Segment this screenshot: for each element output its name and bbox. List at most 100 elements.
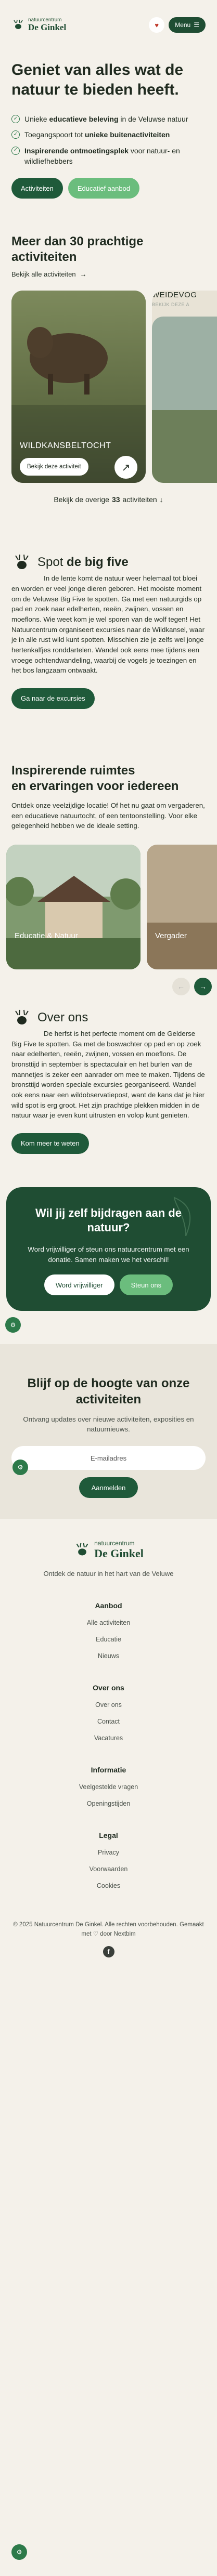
check-icon: ✓ <box>11 130 20 139</box>
title-text: voor iedereen <box>93 779 179 793</box>
menu-button[interactable]: Menu ☰ <box>169 17 206 33</box>
deer-icon <box>15 1009 29 1024</box>
subscribe-button[interactable]: Aanmelden <box>79 1477 138 1499</box>
big-five-heading: Spot de big five <box>11 554 206 571</box>
title-bold: de big five <box>67 555 129 570</box>
prev-arrow-icon[interactable]: ← <box>172 977 190 995</box>
deer-logo-icon <box>14 19 23 29</box>
spaces-section: Inspirerende ruimtes en ervaringen voor … <box>0 763 217 831</box>
cookie-settings-icon[interactable]: ⚙ <box>11 2544 27 2560</box>
about-section: Over ons De herfst is het perfecte momen… <box>0 1009 217 1154</box>
logo-big-text: De Ginkel <box>28 22 67 32</box>
copyright-text: © 2025 Natuurcentrum De Ginkel. Alle rec… <box>13 1922 204 1937</box>
learn-more-button[interactable]: Kom meer te weten <box>11 1133 89 1154</box>
footer-column: Legal Privacy Voorwaarden Cookies <box>11 1831 206 1889</box>
activities-button[interactable]: Activiteiten <box>11 178 63 199</box>
link-label: Bekijk alle activiteiten <box>11 270 76 279</box>
activities-carousel: WILDKANSBELTOCHT Bekijk deze activiteit … <box>11 291 217 483</box>
bullet-text: Toegangspoort tot <box>24 130 85 139</box>
spaces-text: Ontdek onze veelzijdige locatie! Of het … <box>11 801 205 830</box>
activity-card[interactable]: WEIDEVOG BEKIJK DEZE A <box>152 291 217 483</box>
site-logo[interactable]: natuurcentrum De Ginkel <box>11 17 67 33</box>
arrow-down-icon: ↓ <box>159 495 163 504</box>
activities-title: Meer dan 30 prachtige activiteiten <box>11 234 206 265</box>
arrow-right-icon: → <box>80 270 87 279</box>
card-title: Educatie & Natuur <box>15 931 78 940</box>
carousel-nav: ← → <box>0 977 217 995</box>
hero-section: Geniet van alles wat de natuur te bieden… <box>0 50 217 199</box>
footer-logo[interactable]: natuurcentrum De Ginkel <box>73 1540 144 1560</box>
cookie-settings-icon[interactable]: ⚙ <box>5 1317 21 1333</box>
space-card[interactable]: Educatie & Natuur <box>6 844 141 969</box>
footer-link[interactable]: Cookies <box>11 1882 206 1889</box>
spaces-title: Inspirerende ruimtes en ervaringen voor … <box>11 763 206 794</box>
footer-column: Aanbod Alle activiteiten Educatie Nieuws <box>11 1601 206 1660</box>
title-text: Spot <box>37 555 67 570</box>
footer-link[interactable]: Alle activiteiten <box>11 1619 206 1626</box>
list-item: ✓ Toegangspoort tot unieke buitenactivite… <box>11 129 206 140</box>
about-text: De herfst is het perfecte moment om de G… <box>11 1029 205 1120</box>
hero-bullets: ✓ Unieke educatieve beleving in de Veluws… <box>11 114 206 166</box>
volunteer-button[interactable]: Word vrijwilliger <box>44 1274 114 1296</box>
title-text: en <box>11 779 30 793</box>
newsletter-text: Ontvang updates over nieuwe activiteiten… <box>23 1415 194 1434</box>
cookie-settings-icon[interactable]: ⚙ <box>12 1460 28 1476</box>
title-bold: ervaringen <box>29 779 94 793</box>
footer-link[interactable]: Vacatures <box>11 1734 206 1742</box>
footer-tagline: Ontdek de natuur in het hart van de Velu… <box>43 1570 174 1578</box>
site-header: natuurcentrum De Ginkel ♥ Menu ☰ <box>0 0 217 50</box>
excursions-button[interactable]: Ga naar de excursies <box>11 688 95 709</box>
all-activities-link[interactable]: Bekijk alle activiteiten → <box>11 270 206 278</box>
check-icon: ✓ <box>11 146 20 155</box>
activity-card[interactable]: WILDKANSBELTOCHT Bekijk deze activiteit … <box>11 291 146 483</box>
meadow-photo <box>152 317 217 483</box>
view-activity-button[interactable]: Bekijk deze activiteit <box>20 458 88 476</box>
bullet-text: Unieke <box>24 115 49 123</box>
menu-label: Menu <box>175 21 191 29</box>
hero-title: Geniet van alles wat de natuur te bieden… <box>11 61 184 98</box>
space-card[interactable]: Vergader <box>147 844 217 969</box>
hamburger-icon: ☰ <box>194 21 199 29</box>
footer-link[interactable]: Nieuws <box>11 1652 206 1660</box>
hero-buttons: Activiteiten Educatief aanbod <box>11 178 206 199</box>
logo-big-text: De Ginkel <box>94 1547 144 1560</box>
footer-link[interactable]: Educatie <box>11 1636 206 1643</box>
arrow-up-right-icon[interactable]: ↗ <box>114 456 137 479</box>
view-all-text: activiteiten <box>122 495 157 504</box>
bullet-bold: educatieve beleving <box>49 115 119 123</box>
email-placeholder: E-mailadres <box>90 1454 127 1462</box>
education-button[interactable]: Educatief aanbod <box>68 178 140 199</box>
big-five-text: In de lente komt de natuur weer helemaal… <box>11 574 205 675</box>
newsletter-title: Blijf op de hoogte van onze activiteiten <box>27 1376 190 1407</box>
volunteer-text: Word vrijwilliger of steun ons natuurcen… <box>28 1245 189 1264</box>
footer-link[interactable]: Openingstijden <box>11 1800 206 1807</box>
logo-small-text: natuurcentrum <box>94 1540 135 1547</box>
view-all-text: Bekijk de overige <box>54 495 109 504</box>
page: natuurcentrum De Ginkel ♥ Menu ☰ Geniet … <box>0 0 217 2560</box>
meeting-room-photo <box>147 844 217 969</box>
activities-section: Meer dan 30 prachtige activiteiten Bekij… <box>0 234 217 278</box>
next-arrow-icon[interactable]: → <box>194 977 212 995</box>
facebook-icon[interactable]: f <box>103 1946 114 1957</box>
list-item: ✓ Inspirerende ontmoetingsplek voor natuu… <box>11 146 206 167</box>
deer-logo-icon <box>76 1543 88 1556</box>
view-all-activities-link[interactable]: Bekijk de overige 33 activiteiten ↓ <box>0 495 217 504</box>
title-text: Meer dan <box>11 234 70 249</box>
card-title: WEIDEVOG <box>152 291 197 300</box>
footer-link[interactable]: Over ons <box>11 1701 206 1708</box>
footer-column-title: Informatie <box>91 1766 126 1775</box>
footer-link[interactable]: Veelgestelde vragen <box>11 1783 206 1791</box>
volunteer-banner: Wil jij zelf bijdragen aan de natuur? Wo… <box>5 1187 211 1333</box>
footer-link[interactable]: Contact <box>11 1718 206 1725</box>
button-label: Bekijk deze activiteit <box>27 464 81 470</box>
footer-column: Informatie Veelgestelde vragen Openingst… <box>11 1766 206 1807</box>
heart-icon[interactable]: ♥ <box>149 17 165 33</box>
card-title: WILDKANSBELTOCHT <box>20 441 111 451</box>
card-title: Vergader <box>155 931 187 940</box>
footer-column-title: Over ons <box>93 1684 124 1692</box>
footer-link[interactable]: Voorwaarden <box>11 1865 206 1873</box>
support-button[interactable]: Steun ons <box>119 1274 173 1296</box>
footer-link[interactable]: Privacy <box>11 1849 206 1856</box>
email-field[interactable]: E-mailadres <box>11 1446 206 1470</box>
big-five-section: Spot de big five In de lente komt de nat… <box>0 554 217 709</box>
